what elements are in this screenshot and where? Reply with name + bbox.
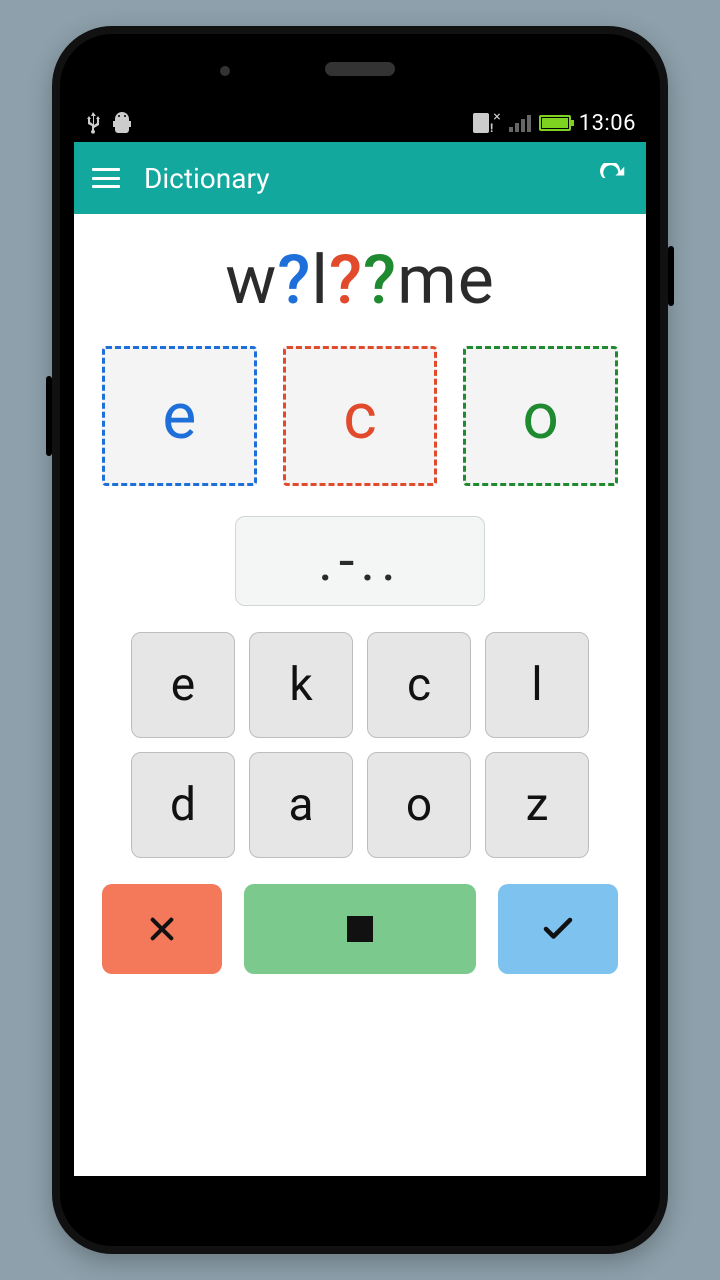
action-row xyxy=(102,884,618,974)
hint-slot-3[interactable]: o xyxy=(463,346,618,486)
confirm-button[interactable] xyxy=(498,884,618,974)
app-title: Dictionary xyxy=(144,162,269,195)
morse-display[interactable]: .-.. xyxy=(235,516,485,606)
menu-button[interactable] xyxy=(92,168,120,188)
status-clock: 13:06 xyxy=(579,111,636,136)
no-signal-x-icon: × xyxy=(493,109,500,125)
hint-slot-1[interactable]: e xyxy=(102,346,257,486)
signal-icon xyxy=(509,114,531,132)
android-debug-icon xyxy=(112,112,132,134)
check-icon xyxy=(540,911,576,947)
word-blank-3: ? xyxy=(363,240,397,320)
volume-button xyxy=(46,376,52,456)
word-part: me xyxy=(397,240,495,320)
stop-button[interactable] xyxy=(244,884,476,974)
hint-letter: c xyxy=(343,379,377,454)
status-bar: × 13:06 xyxy=(74,104,646,142)
stop-icon xyxy=(347,916,373,942)
phone-frame: × 13:06 Dictionary w?l??me xyxy=(52,26,668,1254)
earpiece xyxy=(325,62,395,76)
key-l[interactable]: l xyxy=(485,632,589,738)
key-z[interactable]: z xyxy=(485,752,589,858)
hint-letter: o xyxy=(522,379,559,454)
key-d[interactable]: d xyxy=(131,752,235,858)
word-part: w xyxy=(225,240,277,320)
hint-slot-2[interactable]: c xyxy=(283,346,438,486)
letter-keyboard: e k c l d a o z xyxy=(102,632,618,858)
hint-letter: e xyxy=(162,379,196,454)
front-camera xyxy=(220,66,230,76)
key-k[interactable]: k xyxy=(249,632,353,738)
morse-text: .-.. xyxy=(318,528,402,594)
storage-icon xyxy=(473,113,489,133)
hint-row: e c o xyxy=(102,346,618,486)
word-part: l xyxy=(311,240,329,320)
cancel-button[interactable] xyxy=(102,884,222,974)
word-blank-2: ? xyxy=(329,240,363,320)
close-icon xyxy=(146,913,178,945)
power-button xyxy=(668,246,674,306)
key-a[interactable]: a xyxy=(249,752,353,858)
word-blank-1: ? xyxy=(277,240,311,320)
usb-icon xyxy=(84,112,102,134)
screen: × 13:06 Dictionary w?l??me xyxy=(74,104,646,1176)
puzzle-word: w?l??me xyxy=(102,240,618,320)
key-o[interactable]: o xyxy=(367,752,471,858)
main-content: w?l??me e c o .-.. e xyxy=(74,214,646,994)
key-c[interactable]: c xyxy=(367,632,471,738)
battery-icon xyxy=(539,115,571,131)
key-e[interactable]: e xyxy=(131,632,235,738)
refresh-button[interactable] xyxy=(598,163,628,193)
app-bar: Dictionary xyxy=(74,142,646,214)
